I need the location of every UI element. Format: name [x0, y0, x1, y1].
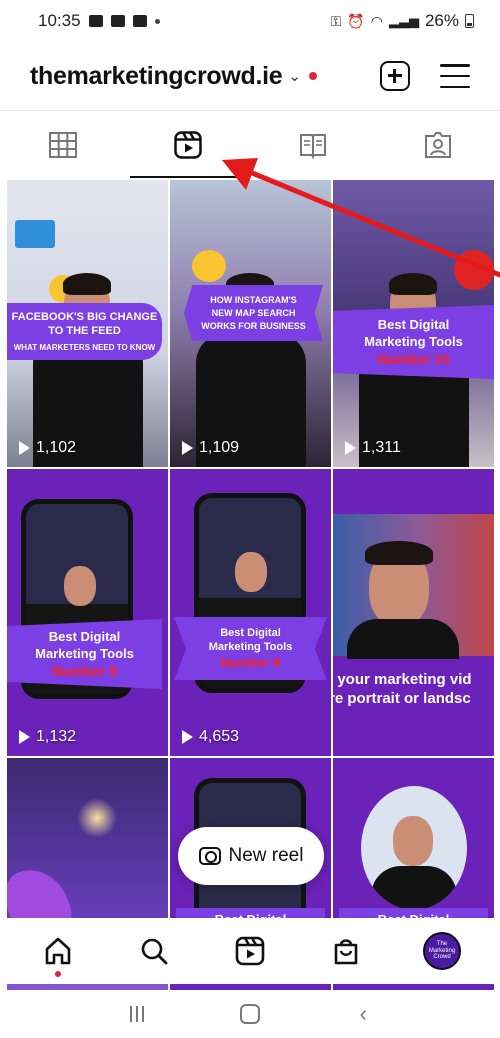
search-icon — [141, 938, 168, 965]
reel-banner-title: TO THE FEED — [48, 325, 121, 337]
more-notifications-icon — [154, 18, 160, 24]
tab-posts-grid[interactable] — [0, 112, 125, 178]
reel-banner-title: HOW INSTAGRAM'S — [210, 295, 297, 305]
chevron-down-icon[interactable]: ⌄ — [288, 67, 301, 85]
alarm-icon: ⏰ — [347, 12, 365, 29]
battery-icon — [465, 14, 474, 28]
profile-tabs — [0, 112, 500, 178]
reel-banner-title: Marketing Tools — [208, 641, 293, 653]
shopping-bag-icon — [334, 939, 358, 965]
recent-apps-button[interactable] — [117, 999, 157, 1029]
camera-icon — [198, 847, 221, 865]
notification-dot — [308, 72, 317, 80]
reel-thumbnail[interactable]: Best Digital Marketing Tools Number 9 1,… — [7, 469, 168, 756]
reel-thumbnail[interactable]: FACEBOOK'S BIG CHANGE TO THE FEED WHAT M… — [7, 180, 168, 467]
reel-banner-title: NEW MAP SEARCH — [211, 308, 296, 318]
notification-dot — [55, 971, 61, 977]
reel-banner-title: WORKS FOR BUSINESS — [201, 321, 306, 331]
home-system-button[interactable] — [230, 999, 270, 1029]
reel-thumbnail[interactable]: l your marketing vid re portrait or land… — [333, 469, 494, 756]
youtube-notification-icon — [110, 15, 125, 27]
status-time: 10:35 — [38, 11, 81, 30]
home-square-icon — [239, 1004, 260, 1024]
avatar: The Marketing Crowd — [423, 932, 461, 970]
reel-view-count: 1,109 — [182, 439, 239, 457]
new-reel-button[interactable]: New reel — [178, 827, 324, 885]
play-icon — [345, 441, 356, 455]
back-button[interactable]: ‹ — [343, 999, 383, 1029]
facebook-notification-icon — [88, 15, 103, 27]
battery-level: 26% — [424, 11, 459, 30]
profile-header: themarketingcrowd.ie ⌄ — [0, 48, 500, 104]
reel-banner-number: Number 8 — [220, 655, 281, 670]
play-icon — [19, 730, 30, 744]
reels-grid: FACEBOOK'S BIG CHANGE TO THE FEED WHAT M… — [7, 180, 497, 1038]
reels-icon — [173, 131, 202, 159]
new-reel-label: New reel — [228, 845, 304, 866]
nav-home[interactable] — [28, 921, 88, 981]
bottom-navigation: The Marketing Crowd — [0, 918, 500, 984]
reel-thumbnail[interactable]: HOW INSTAGRAM'S NEW MAP SEARCH WORKS FOR… — [170, 180, 331, 467]
reel-banner-title: Marketing Tools — [35, 646, 134, 661]
reel-view-count: 1,102 — [19, 439, 76, 457]
signal-icon: ▂▃▅ — [388, 13, 419, 28]
reel-banner-title: Marketing Tools — [364, 334, 463, 349]
nav-shop[interactable] — [316, 921, 376, 981]
nav-reels[interactable] — [220, 921, 280, 981]
create-post-button[interactable] — [380, 61, 410, 91]
reel-view-count: 1,132 — [19, 728, 76, 746]
tab-tagged[interactable] — [375, 112, 500, 178]
wifi-icon: ◠ — [370, 12, 383, 29]
account-name[interactable]: themarketingcrowd.ie — [30, 62, 283, 91]
grid-icon — [48, 132, 77, 158]
play-icon — [19, 441, 30, 455]
reel-banner-title: l your marketing vid — [333, 671, 472, 688]
tab-reels[interactable] — [125, 112, 250, 178]
reel-banner-number: Number 10 — [377, 351, 450, 367]
play-icon — [182, 730, 193, 744]
tagged-person-icon — [424, 132, 451, 158]
system-navigation-bar: ‹ — [0, 990, 500, 1038]
reel-banner-title: re portrait or landsc — [333, 690, 471, 707]
reel-thumbnail[interactable]: Best Digital Marketing Tools Number 10 1… — [333, 180, 494, 467]
reel-view-count: 1,311 — [345, 439, 401, 457]
reel-banner-title: Best Digital — [48, 629, 121, 644]
reels-icon — [235, 936, 265, 966]
play-icon — [182, 441, 193, 455]
reel-banner-title: FACEBOOK'S BIG CHANGE — [11, 311, 158, 323]
reel-banner-title: Best Digital — [220, 627, 281, 639]
tab-guides[interactable] — [250, 112, 375, 178]
guides-icon — [299, 134, 326, 160]
reel-banner-number: Number 9 — [52, 663, 117, 679]
status-bar: 10:35 ⚿ ⏰ ◠ ▂▃▅ 26% — [0, 0, 500, 42]
gallery-notification-icon — [132, 15, 147, 27]
nav-search[interactable] — [124, 921, 184, 981]
menu-button[interactable] — [440, 64, 470, 88]
reel-view-count: 4,653 — [182, 728, 239, 746]
reel-banner-subtitle: WHAT MARKETERS NEED TO KNOW — [13, 343, 156, 352]
header-divider — [0, 110, 500, 111]
reel-banner-title: Best Digital — [377, 317, 450, 332]
key-icon: ⚿ — [330, 12, 342, 29]
nav-profile[interactable]: The Marketing Crowd — [412, 921, 472, 981]
home-icon — [45, 937, 71, 965]
reel-thumbnail[interactable]: Best Digital Marketing Tools Number 8 4,… — [170, 469, 331, 756]
chevron-left-icon: ‹ — [359, 1001, 367, 1026]
